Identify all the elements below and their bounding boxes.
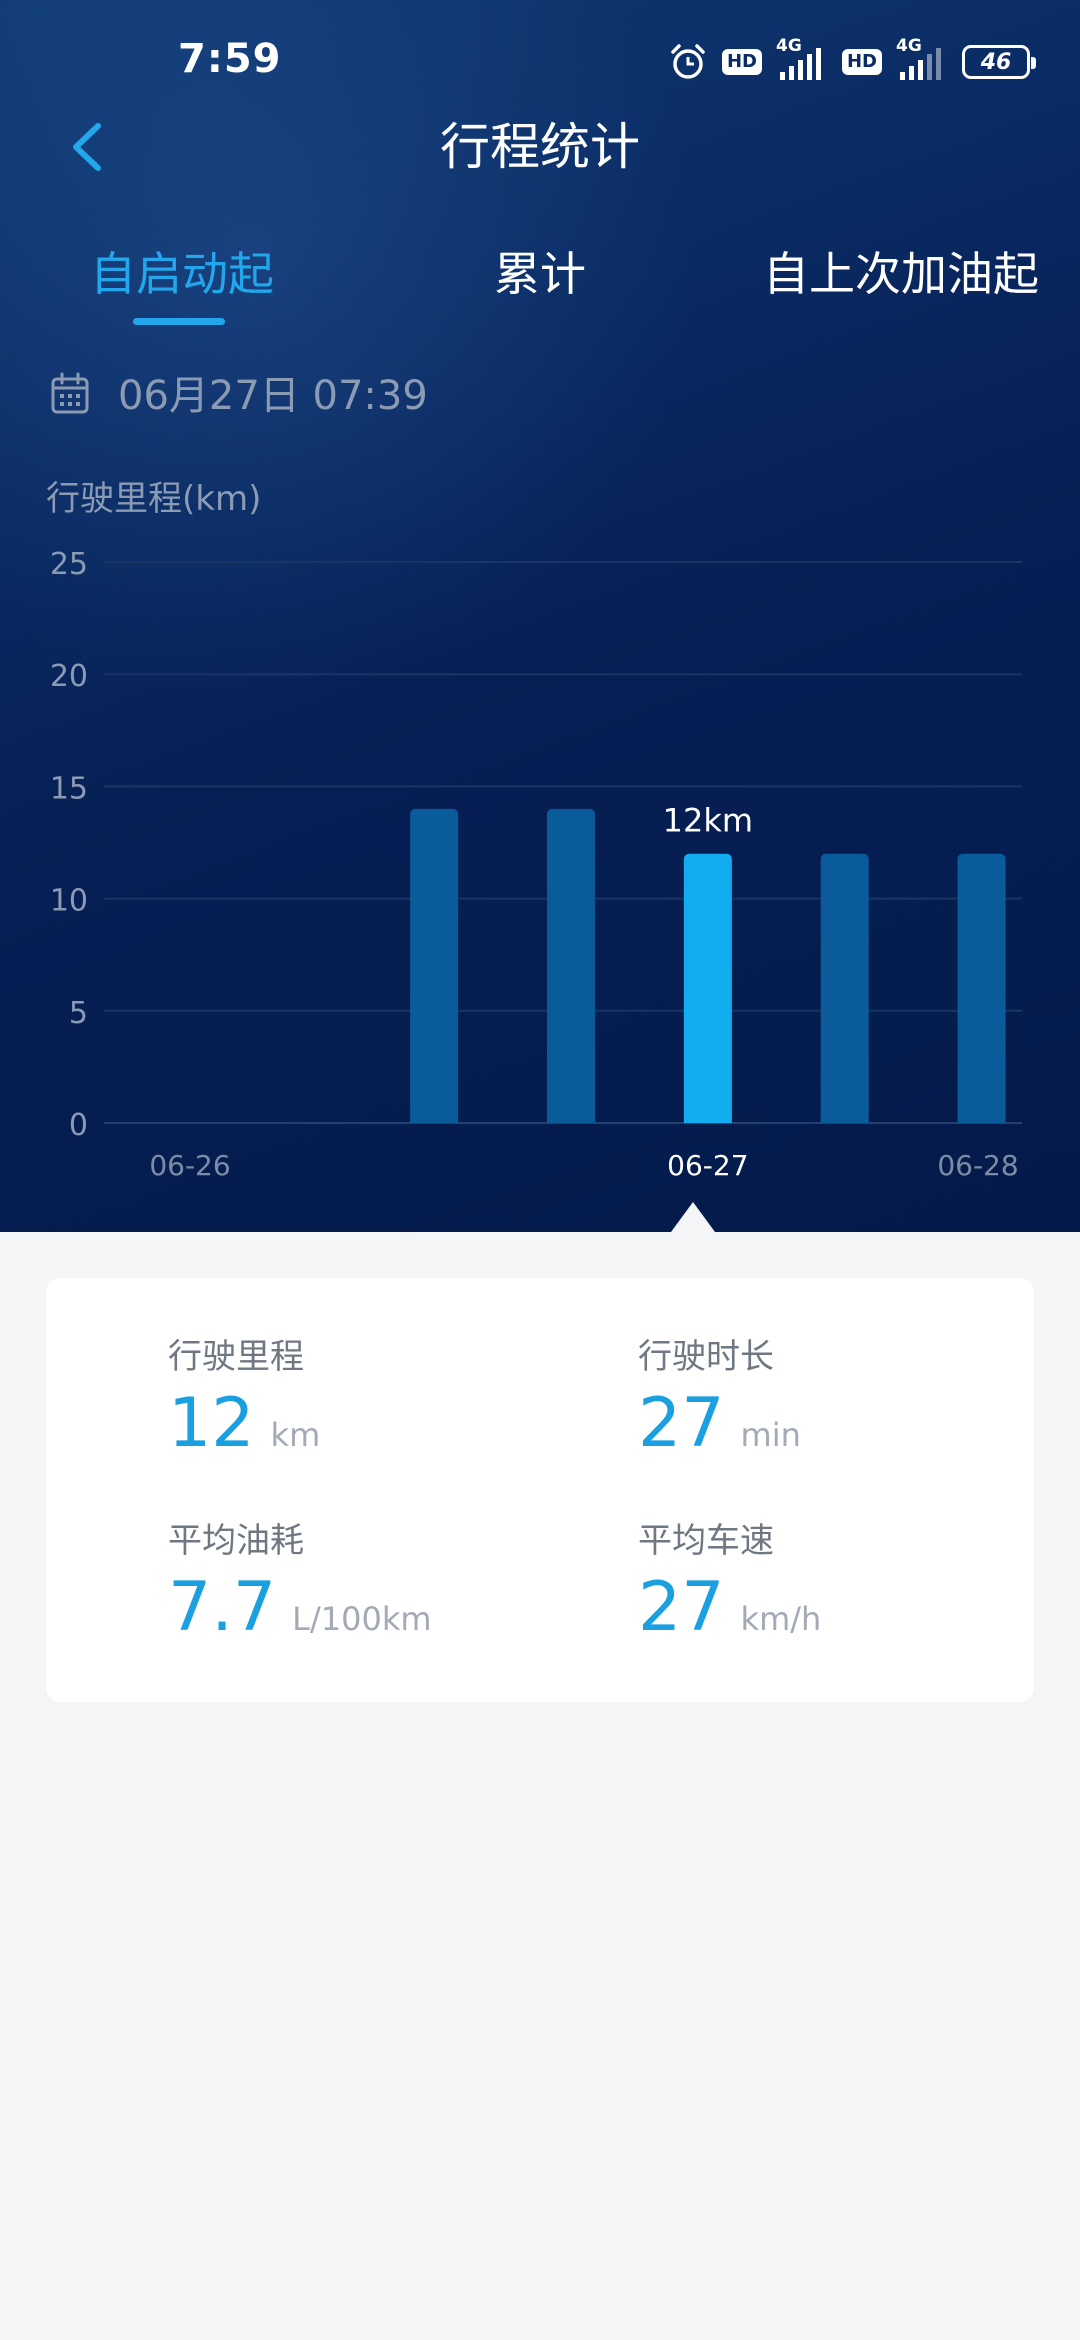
hd-badge-1: HD: [721, 49, 762, 75]
tab-active-indicator: [133, 318, 225, 325]
stat-duration: 行驶时长 27 min: [638, 1334, 1058, 1466]
stat-distance: 行驶里程 12 km: [168, 1334, 588, 1466]
bar: [820, 853, 869, 1123]
bar: [957, 853, 1006, 1123]
stat-duration-value: 27: [638, 1384, 725, 1463]
x-tick-label: 06-26: [149, 1149, 230, 1182]
stat-distance-unit: km: [270, 1416, 321, 1454]
stat-duration-label: 行驶时长: [638, 1337, 774, 1377]
stat-fuel-label: 平均油耗: [168, 1521, 304, 1561]
x-tick-label: 06-27: [667, 1149, 748, 1182]
y-tick-label: 25: [50, 547, 88, 582]
stat-speed-value: 27: [638, 1568, 725, 1647]
signal-bars-weak-icon: [900, 48, 941, 80]
trip-stats-hero: 7:59 HD 4G HD 4G 46 行程统计 自启动起 累计 自上次加油起 …: [0, 0, 1080, 1232]
tab-since-refuel[interactable]: 自上次加油起: [763, 242, 1039, 306]
bar-selected: [683, 853, 732, 1123]
y-tick-label: 10: [50, 884, 88, 919]
status-bar: 7:59 HD 4G HD 4G 46: [0, 0, 1080, 120]
selection-pointer: [671, 1202, 715, 1232]
calendar-icon[interactable]: [50, 372, 90, 416]
stat-speed-unit: km/h: [740, 1600, 822, 1638]
chart-y-axis-label: 行驶里程(km): [46, 479, 262, 519]
status-time: 7:59: [178, 36, 282, 82]
y-tick-label: 15: [50, 771, 88, 806]
stat-duration-unit: min: [740, 1416, 801, 1454]
date-selector[interactable]: 06月27日 07:39: [118, 370, 428, 422]
tab-since-start[interactable]: 自启动起: [90, 242, 274, 306]
stat-speed-label: 平均车速: [638, 1521, 774, 1561]
status-icons: HD 4G HD 4G 46: [668, 36, 1036, 86]
stat-distance-value: 12: [168, 1384, 255, 1463]
bar: [410, 808, 459, 1123]
bar-value-label: 12km: [663, 802, 753, 840]
stat-fuel-value: 7.7: [168, 1568, 277, 1647]
battery-level: 46: [980, 49, 1012, 75]
x-tick-label: 06-28: [937, 1149, 1018, 1182]
page-title: 行程统计: [440, 118, 640, 176]
y-tick-label: 20: [50, 659, 88, 694]
stats-card: 行驶里程 12 km 行驶时长 27 min 平均油耗 7.7 L/100km …: [46, 1278, 1034, 1702]
signal-1: 4G: [776, 36, 828, 82]
alarm-icon: [671, 44, 705, 79]
y-tick-label: 0: [69, 1108, 88, 1143]
stat-fuel-unit: L/100km: [292, 1600, 432, 1638]
stat-fuel: 平均油耗 7.7 L/100km: [168, 1518, 588, 1650]
signal-2: 4G: [896, 36, 948, 82]
tab-cumulative[interactable]: 累计: [494, 242, 586, 306]
battery-icon: 46: [962, 45, 1036, 79]
bar: [547, 808, 595, 1123]
stat-speed: 平均车速 27 km/h: [638, 1518, 1058, 1650]
stat-distance-label: 行驶里程: [168, 1337, 304, 1377]
distance-bar-chart: 0 5 10 15 20 25 12km 06-26 06-27 06-28: [50, 547, 1022, 1182]
hd-badge-2: HD: [841, 49, 882, 75]
y-tick-label: 5: [69, 996, 88, 1031]
signal-bars-icon: [779, 48, 821, 80]
